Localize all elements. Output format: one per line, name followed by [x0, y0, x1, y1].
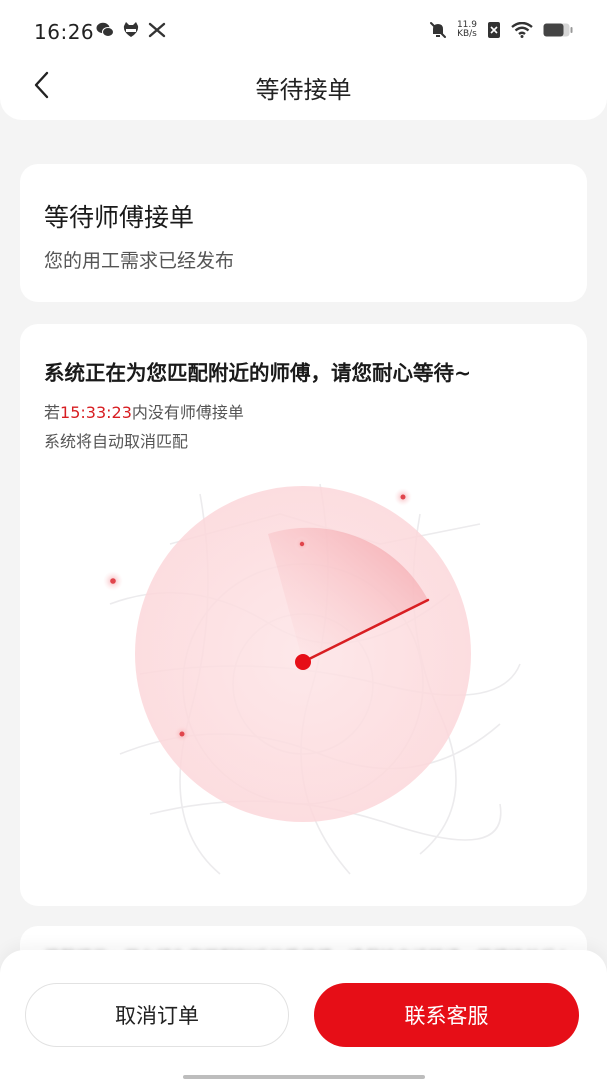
net-speed: 11.9 KB/s	[457, 21, 477, 39]
status-card: 等待师傅接单 您的用工需求已经发布	[20, 164, 587, 302]
worker-dot	[173, 725, 191, 743]
worker-dot	[294, 536, 310, 552]
mute-bell-icon	[429, 22, 446, 38]
status-time: 16:26	[34, 20, 95, 44]
countdown-suffix: 内没有师傅接单	[131, 403, 244, 422]
net-speed-unit: KB/s	[457, 29, 477, 39]
status-title: 等待师傅接单	[44, 203, 195, 232]
battery-icon	[543, 23, 573, 37]
contact-service-button[interactable]: 联系客服	[314, 983, 579, 1047]
page-title: 等待接单	[255, 76, 352, 104]
countdown-time: 15:33:23	[60, 403, 132, 422]
status-left-icons	[96, 22, 166, 38]
home-indicator[interactable]	[183, 1075, 425, 1079]
worker-dot	[394, 488, 412, 506]
wechat-icon	[96, 22, 114, 37]
countdown-line: 若15:33:23内没有师傅接单	[44, 399, 244, 423]
wifi-icon	[511, 22, 533, 38]
auto-cancel-note: 系统将自动取消匹配	[44, 432, 189, 451]
status-right-icons: 11.9 KB/s	[429, 21, 573, 39]
sim-icon	[488, 22, 500, 38]
matching-message: 系统正在为您匹配附近的师傅，请您耐心等待~	[44, 361, 472, 385]
radar-card: 系统正在为您匹配附近的师傅，请您耐心等待~ 若15:33:23内没有师傅接单 系…	[20, 324, 587, 906]
status-subtitle: 您的用工需求已经发布	[44, 250, 235, 272]
countdown-prefix: 若	[44, 403, 61, 422]
header: 等待接单	[0, 58, 607, 120]
status-bar: 16:26 11.9 KB/s	[0, 0, 607, 66]
tools-icon	[148, 22, 166, 38]
bottom-action-bar: 取消订单 联系客服	[0, 950, 607, 1080]
radar-map	[103, 483, 521, 875]
cat-icon	[123, 22, 139, 37]
radar-center-dot	[295, 654, 311, 670]
cancel-order-button[interactable]: 取消订单	[25, 983, 289, 1047]
worker-dot	[103, 571, 123, 591]
